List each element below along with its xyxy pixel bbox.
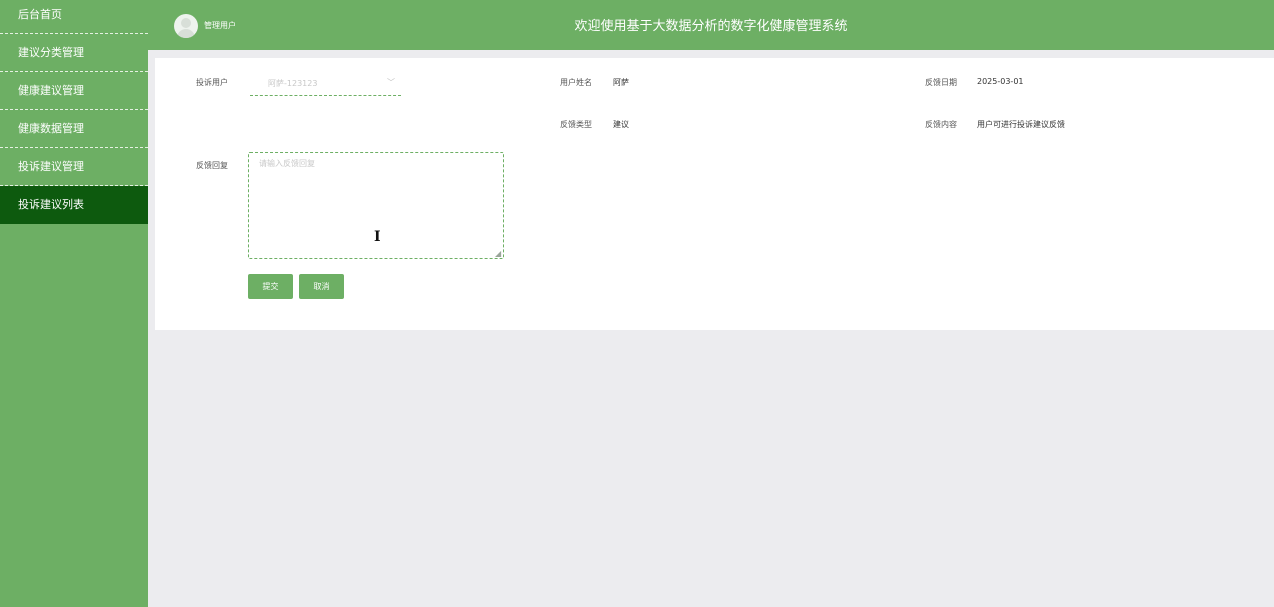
top-header: 管理用户 欢迎使用基于大数据分析的数字化健康管理系统 — [148, 0, 1274, 50]
user-name-value: 阿萨 — [613, 78, 629, 87]
complaint-user-select[interactable]: 阿萨-123123 ﹀ — [250, 74, 401, 96]
complaint-user-value: 阿萨-123123 — [268, 79, 318, 88]
feedback-type-label: 反馈类型 — [560, 120, 592, 129]
feedback-content-label: 反馈内容 — [925, 120, 957, 129]
reply-label: 反馈回复 — [196, 161, 228, 170]
feedback-content-value: 用户可进行投诉建议反馈 — [977, 120, 1065, 129]
feedback-date-label: 反馈日期 — [925, 78, 957, 87]
complaint-user-label: 投诉用户 — [196, 78, 228, 87]
feedback-type-value: 建议 — [613, 120, 629, 129]
feedback-date-value: 2025-03-01 — [977, 77, 1024, 86]
sidebar-item-health-data[interactable]: 健康数据管理 — [0, 110, 148, 148]
sidebar-item-complaint-management[interactable]: 投诉建议管理 — [0, 148, 148, 186]
sidebar: 后台首页 建议分类管理 健康建议管理 健康数据管理 投诉建议管理 投诉建议列表 — [0, 0, 148, 607]
system-title: 欢迎使用基于大数据分析的数字化健康管理系统 — [574, 19, 848, 34]
chevron-down-icon: ﹀ — [387, 78, 395, 87]
submit-button[interactable]: 提交 — [248, 274, 293, 299]
sidebar-item-dashboard[interactable]: 后台首页 — [0, 0, 148, 34]
feedback-detail-form: 投诉用户 阿萨-123123 ﹀ 用户姓名 阿萨 反馈日期 2025-03-01… — [155, 58, 1274, 330]
text-cursor-icon: I — [374, 229, 381, 245]
cancel-button[interactable]: 取消 — [299, 274, 344, 299]
resize-grip-icon[interactable]: ◢ — [495, 250, 501, 258]
sidebar-item-suggestion-category[interactable]: 建议分类管理 — [0, 34, 148, 72]
user-name-label: 用户姓名 — [560, 78, 592, 87]
sidebar-item-complaint-list[interactable]: 投诉建议列表 — [0, 186, 148, 224]
sidebar-item-health-advice[interactable]: 健康建议管理 — [0, 72, 148, 110]
